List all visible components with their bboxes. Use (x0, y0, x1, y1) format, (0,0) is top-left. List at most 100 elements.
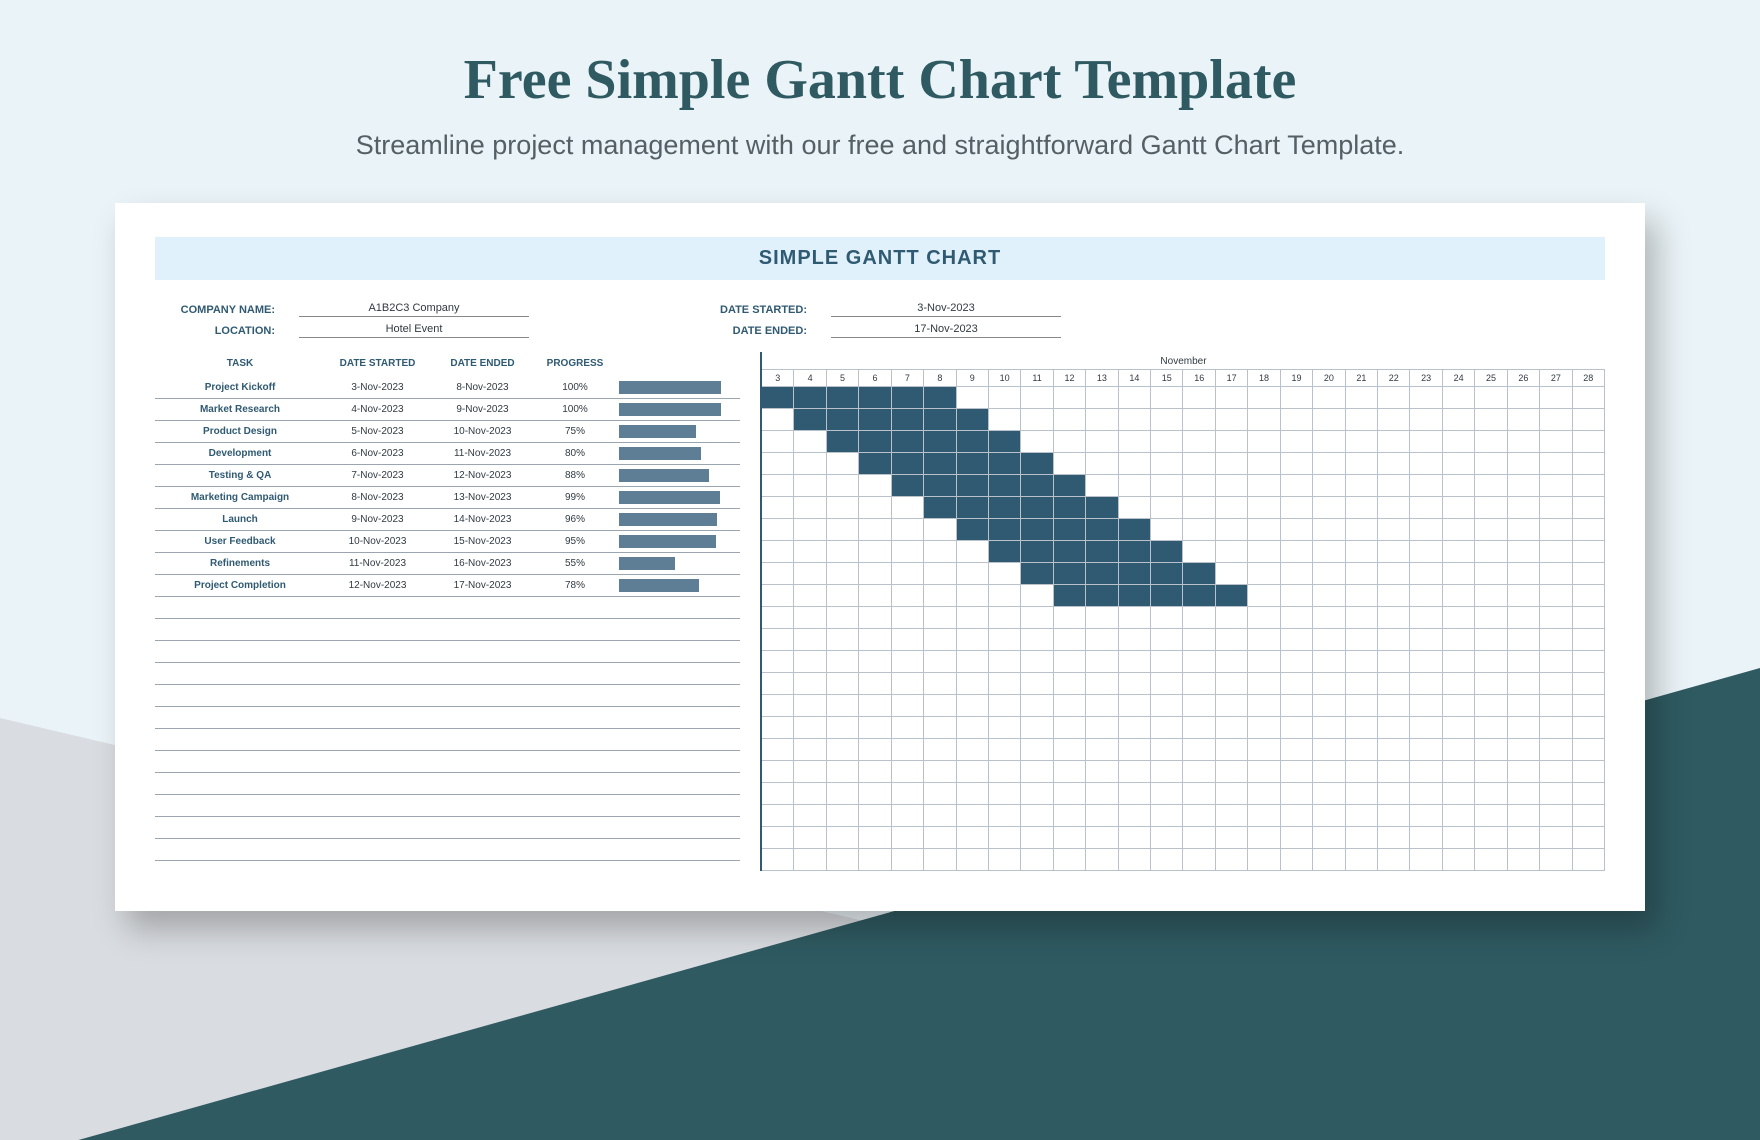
gantt-cell (1183, 387, 1215, 409)
gantt-cell (762, 431, 794, 453)
gantt-day: 18 (1248, 370, 1280, 387)
gantt-cell (1346, 805, 1378, 827)
gantt-cell (1378, 475, 1410, 497)
gantt-cell (1216, 673, 1248, 695)
gantt-cell (1086, 387, 1118, 409)
gantt-cell (1346, 497, 1378, 519)
gantt-cell (1508, 805, 1540, 827)
gantt-cell (859, 607, 891, 629)
meta-label-company: COMPANY NAME: (155, 304, 275, 316)
task-name: Marketing Campaign (155, 492, 325, 503)
gantt-cell (1054, 519, 1086, 541)
meta-section: COMPANY NAME: A1B2C3 Company DATE STARTE… (155, 302, 1605, 338)
gantt-cell (989, 585, 1021, 607)
gantt-cell (1248, 673, 1280, 695)
task-start: 11-Nov-2023 (325, 558, 430, 569)
task-name: User Feedback (155, 536, 325, 547)
gantt-cell (1540, 827, 1572, 849)
gantt-cell (1540, 453, 1572, 475)
gantt-cell (1248, 717, 1280, 739)
gantt-cell (924, 629, 956, 651)
gantt-cell (1086, 629, 1118, 651)
gantt-cell (1475, 607, 1507, 629)
gantt-cell (957, 453, 989, 475)
gantt-cell (1021, 475, 1053, 497)
gantt-cell (1119, 475, 1151, 497)
gantt-cell (1216, 497, 1248, 519)
gantt-row (762, 761, 1605, 783)
gantt-cell (1443, 475, 1475, 497)
gantt-cell (1119, 739, 1151, 761)
gantt-cell (1410, 695, 1442, 717)
gantt-cell (989, 783, 1021, 805)
gantt-cell (1054, 585, 1086, 607)
table-row (155, 619, 740, 641)
gantt-cell (794, 431, 826, 453)
gantt-cell (1054, 453, 1086, 475)
gantt-cell (762, 761, 794, 783)
table-row: Product Design5-Nov-202310-Nov-202375% (155, 421, 740, 443)
task-start: 10-Nov-2023 (325, 536, 430, 547)
gantt-cell (859, 629, 891, 651)
task-start: 5-Nov-2023 (325, 426, 430, 437)
gantt-cell (1313, 805, 1345, 827)
gantt-cell (1248, 409, 1280, 431)
gantt-cell (1573, 607, 1605, 629)
gantt-cell (1346, 827, 1378, 849)
gantt-cell (859, 805, 891, 827)
gantt-cell (1216, 541, 1248, 563)
page-title: Free Simple Gantt Chart Template (0, 48, 1760, 112)
gantt-cell (924, 563, 956, 585)
gantt-cell (1313, 453, 1345, 475)
gantt-cell (1281, 651, 1313, 673)
gantt-cell (1021, 563, 1053, 585)
gantt-cell (957, 827, 989, 849)
gantt-cell (1086, 519, 1118, 541)
gantt-cell (957, 497, 989, 519)
gantt-cell (1378, 805, 1410, 827)
gantt-cell (1119, 519, 1151, 541)
gantt-cell (827, 805, 859, 827)
gantt-cell (1086, 849, 1118, 871)
card-banner: SIMPLE GANTT CHART (155, 237, 1605, 280)
gantt-cell (1346, 651, 1378, 673)
gantt-cell (1054, 717, 1086, 739)
gantt-cell (1183, 695, 1215, 717)
gantt-cell (1573, 827, 1605, 849)
gantt-cell (1540, 475, 1572, 497)
gantt-cell (924, 541, 956, 563)
gantt-cell (1054, 431, 1086, 453)
gantt-cell (957, 739, 989, 761)
gantt-cell (762, 739, 794, 761)
gantt-cell (1248, 607, 1280, 629)
gantt-cell (1443, 607, 1475, 629)
gantt-cell (859, 585, 891, 607)
table-row (155, 641, 740, 663)
gantt-cell (1475, 475, 1507, 497)
gantt-cell (762, 387, 794, 409)
task-start: 4-Nov-2023 (325, 404, 430, 415)
gantt-cell (1378, 717, 1410, 739)
gantt-cell (1151, 497, 1183, 519)
gantt-cell (989, 387, 1021, 409)
gantt-day: 24 (1443, 370, 1475, 387)
gantt-cell (1183, 761, 1215, 783)
gantt-cell (1508, 849, 1540, 871)
gantt-cell (1054, 783, 1086, 805)
gantt-cell (1021, 739, 1053, 761)
gantt-cell (859, 541, 891, 563)
gantt-day: 20 (1313, 370, 1345, 387)
gantt-row (762, 607, 1605, 629)
gantt-cell (859, 695, 891, 717)
gantt-cell (924, 387, 956, 409)
gantt-day: 8 (924, 370, 956, 387)
gantt-cell (924, 409, 956, 431)
gantt-cell (1540, 651, 1572, 673)
gantt-cell (1183, 629, 1215, 651)
gantt-cell (989, 563, 1021, 585)
gantt-cell (1054, 409, 1086, 431)
gantt-cell (1151, 761, 1183, 783)
gantt-cell (1183, 783, 1215, 805)
gantt-cell (892, 563, 924, 585)
gantt-cell (1475, 717, 1507, 739)
